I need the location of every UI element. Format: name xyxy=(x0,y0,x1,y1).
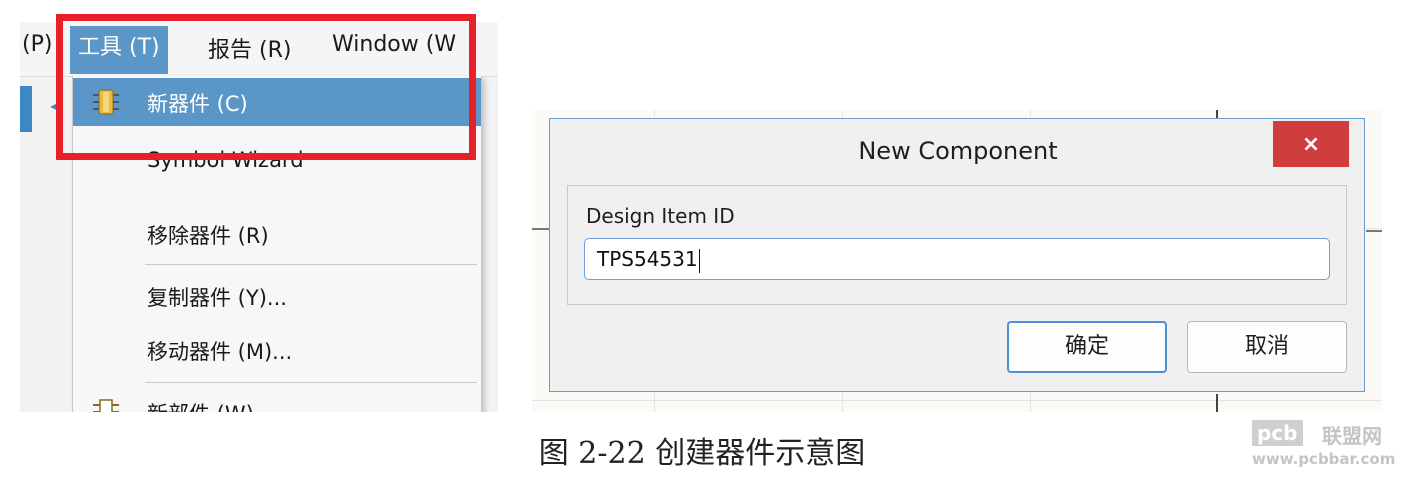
menu-item-label: 新器件 (C) xyxy=(147,92,248,116)
menu-item-copy-component[interactable]: 复制器件 (Y)... xyxy=(73,272,481,320)
watermark-logo: pcb xyxy=(1252,420,1303,446)
close-icon: × xyxy=(1301,131,1321,157)
part-icon xyxy=(91,399,121,412)
side-arrow-icon: ◀ xyxy=(50,96,63,115)
watermark-name: 联盟网 xyxy=(1322,424,1382,448)
dialog-title: New Component xyxy=(858,137,1058,165)
component-outline xyxy=(532,228,550,230)
ok-button[interactable]: 确定 xyxy=(1007,321,1167,373)
menu-item-new-component[interactable]: 新器件 (C) xyxy=(73,78,481,126)
figure-caption: 图 2-22 创建器件示意图 xyxy=(538,436,866,471)
menu-screenshot: (P) 工具 (T) 报告 (R) Window (W ◀ 新器件 (C) Sy… xyxy=(20,22,498,412)
menu-item-symbol-wizard[interactable]: Symbol Wizard xyxy=(73,138,481,186)
watermark: pcb 联盟网 www.pcbbar.com xyxy=(1252,420,1402,470)
side-panel-strip xyxy=(20,86,32,132)
grid-line xyxy=(532,400,1382,401)
menu-item-new-part[interactable]: 新部件 (W) xyxy=(73,388,481,412)
menu-tools[interactable]: 工具 (T) xyxy=(70,26,168,74)
cancel-button[interactable]: 取消 xyxy=(1187,321,1347,373)
component-outline xyxy=(1216,394,1218,412)
menu-item-label: 新部件 (W) xyxy=(147,398,254,412)
new-component-dialog: New Component × Design Item ID TPS54531 … xyxy=(549,118,1365,392)
design-item-group: Design Item ID TPS54531 xyxy=(567,185,1347,305)
text-caret xyxy=(698,248,700,273)
menu-window[interactable]: Window (W xyxy=(332,32,456,57)
design-item-id-label: Design Item ID xyxy=(586,204,735,228)
menu-item-remove-component[interactable]: 移除器件 (R) xyxy=(73,210,481,258)
component-icon xyxy=(91,89,121,120)
menu-item-label: 复制器件 (Y)... xyxy=(147,286,287,310)
menu-reports[interactable]: 报告 (R) xyxy=(208,32,291,64)
menu-item-label: Symbol Wizard xyxy=(147,148,304,172)
input-value: TPS54531 xyxy=(597,247,698,271)
menu-item-move-component[interactable]: 移动器件 (M)... xyxy=(73,326,481,374)
component-outline xyxy=(1366,230,1382,232)
menubar: (P) 工具 (T) 报告 (R) Window (W xyxy=(20,22,498,77)
watermark-url: www.pcbbar.com xyxy=(1252,450,1396,468)
design-item-id-input[interactable]: TPS54531 xyxy=(584,238,1330,280)
menu-separator xyxy=(145,382,477,383)
menu-item-label: 移除器件 (R) xyxy=(147,224,269,248)
menu-project[interactable]: (P) xyxy=(22,32,52,57)
close-button[interactable]: × xyxy=(1273,121,1349,167)
menu-separator xyxy=(145,264,477,265)
menu-item-label: 移动器件 (M)... xyxy=(147,340,293,364)
tools-dropdown-menu: 新器件 (C) Symbol Wizard 移除器件 (R) 复制器件 (Y).… xyxy=(72,76,482,412)
